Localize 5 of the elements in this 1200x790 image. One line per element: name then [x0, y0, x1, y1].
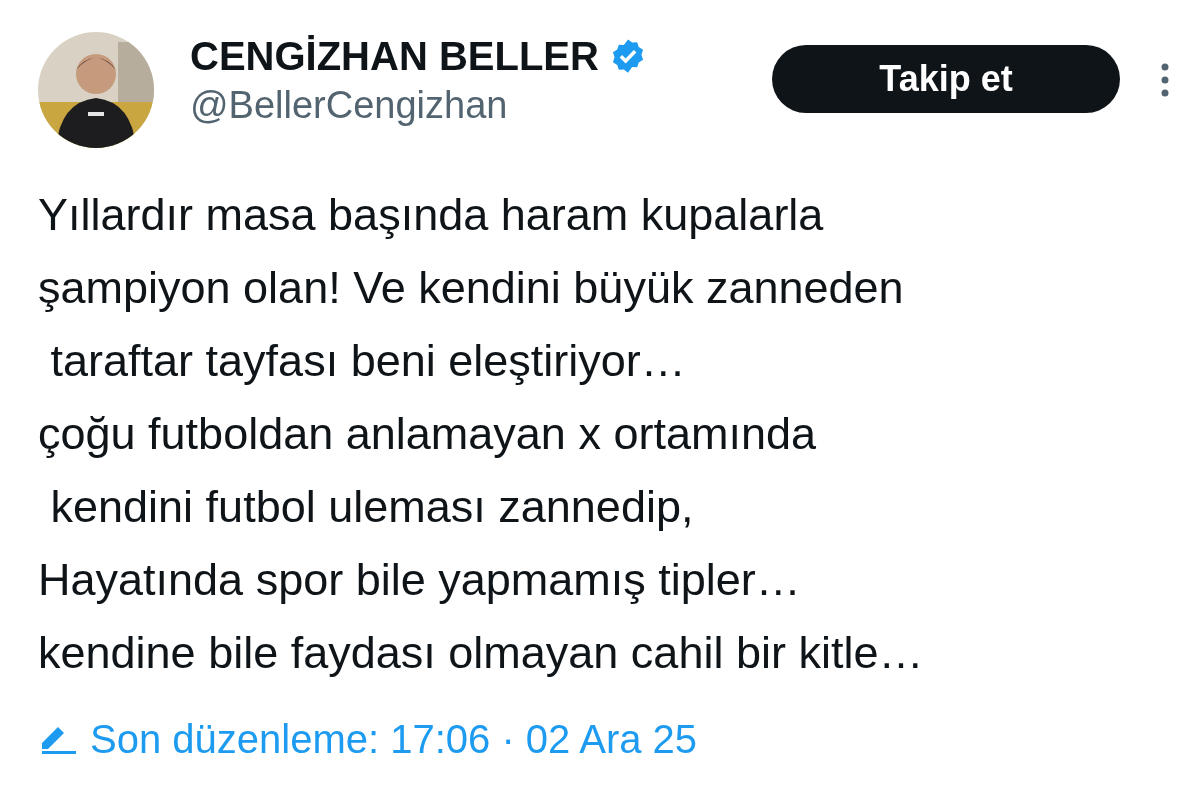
more-options-icon[interactable]	[1160, 62, 1170, 98]
author-handle[interactable]: @BellerCengizhan	[190, 80, 647, 130]
author-name: CENGİZHAN BELLER	[190, 33, 599, 80]
follow-button[interactable]: Takip et	[772, 45, 1120, 113]
tweet-text: Yıllardır masa başında haram kupalarla şampiyon olan! Ve kendini büyük zanneden taraftar tayfası beni eleştiriyor… çoğu futboldan anlamayan x ortamında kendini futbol uleması zannedip, Hayatında spor bile yapmamış tipler… kendine bile faydası olmayan cahil bir kitle…	[38, 188, 925, 680]
